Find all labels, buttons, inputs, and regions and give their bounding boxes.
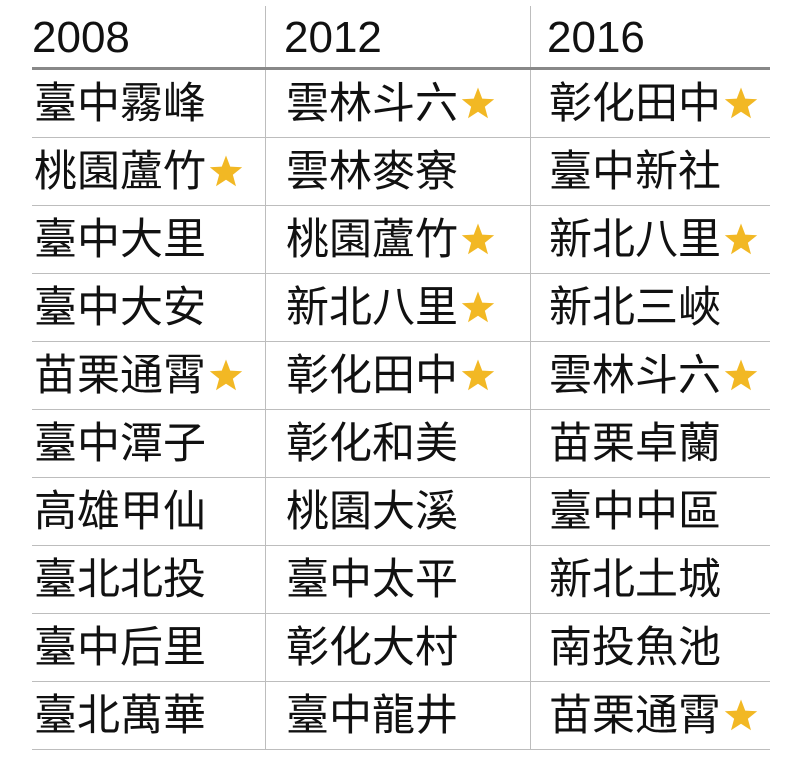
table-cell: 臺中中區 <box>530 478 770 545</box>
star-icon <box>723 222 759 258</box>
township-name: 雲林麥寮 <box>286 146 458 197</box>
table-cell: 彰化大村 <box>265 614 530 681</box>
township-name: 臺北北投 <box>34 554 206 605</box>
township-name: 臺北萬華 <box>34 690 206 741</box>
table-cell: 臺中后里 <box>32 614 265 681</box>
township-name: 高雄甲仙 <box>34 486 206 537</box>
township-name: 臺中大里 <box>34 214 206 265</box>
table-cell: 彰化和美 <box>265 410 530 477</box>
star-icon <box>460 290 496 326</box>
star-icon <box>460 222 496 258</box>
table-cell: 臺北萬華 <box>32 682 265 749</box>
township-name: 苗栗通霄 <box>549 690 721 741</box>
township-name: 新北八里 <box>286 282 458 333</box>
township-name: 臺中霧峰 <box>34 78 206 129</box>
table-cell: 高雄甲仙 <box>32 478 265 545</box>
township-name: 苗栗卓蘭 <box>549 418 721 469</box>
table-cell: 臺中龍井 <box>265 682 530 749</box>
table-cell: 新北八里 <box>530 206 770 273</box>
table-cell: 臺中潭子 <box>32 410 265 477</box>
star-icon <box>723 358 759 394</box>
header-year-2008: 2008 <box>32 13 130 62</box>
table-cell: 桃園大溪 <box>265 478 530 545</box>
star-icon <box>460 358 496 394</box>
table-cell: 苗栗通霄 <box>530 682 770 749</box>
table-body: 臺中霧峰 雲林斗六 彰化田中 桃園蘆竹 雲林麥寮 臺中新社 臺中大里 桃園蘆竹 新北八里 臺中大安… <box>32 70 770 750</box>
township-name: 桃園蘆竹 <box>34 146 206 197</box>
township-name: 新北三峽 <box>549 282 721 333</box>
table-cell: 臺北北投 <box>32 546 265 613</box>
table-row: 臺中大安 新北八里 新北三峽 <box>32 274 770 342</box>
table-cell: 苗栗通霄 <box>32 342 265 409</box>
table-cell: 彰化田中 <box>530 70 770 137</box>
table-row: 苗栗通霄 彰化田中 雲林斗六 <box>32 342 770 410</box>
township-name: 臺中龍井 <box>286 690 458 741</box>
table-cell: 彰化田中 <box>265 342 530 409</box>
township-name: 臺中中區 <box>549 486 721 537</box>
table-cell: 臺中新社 <box>530 138 770 205</box>
township-name: 彰化大村 <box>286 622 458 673</box>
township-name: 彰化和美 <box>286 418 458 469</box>
table-row: 臺中霧峰 雲林斗六 彰化田中 <box>32 70 770 138</box>
table-cell: 新北八里 <box>265 274 530 341</box>
table-cell: 苗栗卓蘭 <box>530 410 770 477</box>
ranking-table: 2008 2012 2016 臺中霧峰 雲林斗六 彰化田中 桃園蘆竹 雲林麥寮 臺中新社臺… <box>32 6 770 750</box>
table-cell: 桃園蘆竹 <box>32 138 265 205</box>
table-row: 高雄甲仙 桃園大溪 臺中中區 <box>32 478 770 546</box>
township-name: 桃園蘆竹 <box>286 214 458 265</box>
township-name: 桃園大溪 <box>286 486 458 537</box>
table-cell: 新北三峽 <box>530 274 770 341</box>
table-row: 臺中潭子 彰化和美 苗栗卓蘭 <box>32 410 770 478</box>
star-icon <box>723 698 759 734</box>
table-cell: 雲林斗六 <box>530 342 770 409</box>
table-header: 2008 2012 2016 <box>32 6 770 70</box>
table-cell: 雲林麥寮 <box>265 138 530 205</box>
township-name: 臺中潭子 <box>34 418 206 469</box>
township-name: 雲林斗六 <box>549 350 721 401</box>
table-row: 臺中大里 桃園蘆竹 新北八里 <box>32 206 770 274</box>
table-cell: 南投魚池 <box>530 614 770 681</box>
township-name: 新北八里 <box>549 214 721 265</box>
township-name: 彰化田中 <box>286 350 458 401</box>
star-icon <box>208 358 244 394</box>
township-name: 新北土城 <box>549 554 721 605</box>
township-name: 臺中后里 <box>34 622 206 673</box>
table-row: 臺中后里 彰化大村 南投魚池 <box>32 614 770 682</box>
table-cell: 雲林斗六 <box>265 70 530 137</box>
township-name: 南投魚池 <box>549 622 721 673</box>
star-icon <box>208 154 244 190</box>
table-cell: 新北土城 <box>530 546 770 613</box>
table-cell: 桃園蘆竹 <box>265 206 530 273</box>
township-name: 彰化田中 <box>549 78 721 129</box>
header-year-2016: 2016 <box>530 6 770 67</box>
township-name: 苗栗通霄 <box>34 350 206 401</box>
township-name: 臺中大安 <box>34 282 206 333</box>
star-icon <box>460 86 496 122</box>
table-row: 臺北萬華 臺中龍井 苗栗通霄 <box>32 682 770 750</box>
table-row: 臺北北投 臺中太平 新北土城 <box>32 546 770 614</box>
table-cell: 臺中大里 <box>32 206 265 273</box>
table-cell: 臺中太平 <box>265 546 530 613</box>
township-name: 臺中太平 <box>286 554 458 605</box>
table-cell: 臺中大安 <box>32 274 265 341</box>
table-cell: 臺中霧峰 <box>32 70 265 137</box>
township-name: 雲林斗六 <box>286 78 458 129</box>
table-row: 桃園蘆竹 雲林麥寮 臺中新社 <box>32 138 770 206</box>
header-year-2012: 2012 <box>265 6 530 67</box>
star-icon <box>723 86 759 122</box>
township-name: 臺中新社 <box>549 146 721 197</box>
